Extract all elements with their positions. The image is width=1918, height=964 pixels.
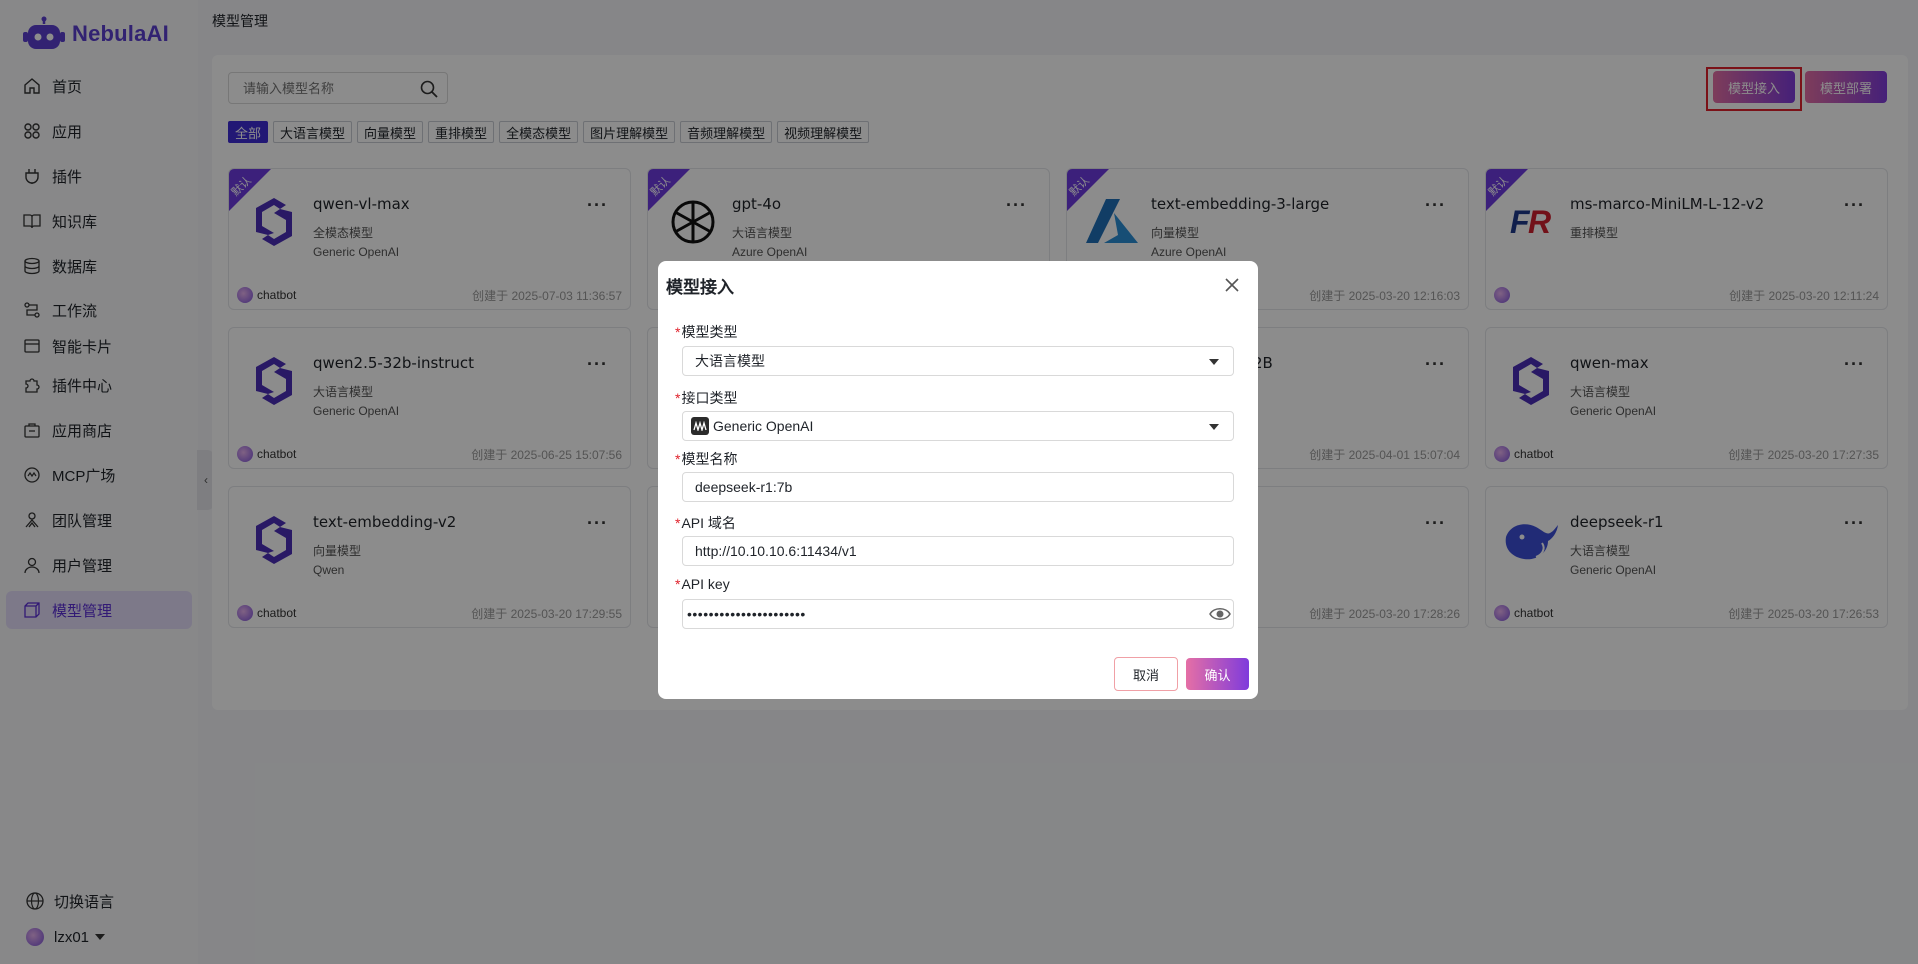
dialog-title: 模型接入 bbox=[666, 278, 734, 297]
api-domain-value: http://10.10.10.6:11434/v1 bbox=[695, 543, 857, 559]
api-key-label: *API key bbox=[675, 576, 730, 592]
model-type-label: *模型类型 bbox=[675, 324, 738, 340]
model-name-value: deepseek-r1:7b bbox=[695, 479, 793, 495]
api-type-value: Generic OpenAI bbox=[713, 418, 814, 434]
caret-down-icon bbox=[1209, 359, 1219, 365]
api-key-input[interactable]: •••••••••••••••••••••• bbox=[682, 599, 1234, 629]
generic-openai-icon bbox=[691, 417, 709, 435]
caret-down-icon bbox=[1209, 424, 1219, 430]
model-type-value: 大语言模型 bbox=[695, 353, 765, 369]
api-type-select[interactable]: Generic OpenAI bbox=[682, 411, 1234, 441]
close-icon[interactable] bbox=[1222, 275, 1242, 295]
api-type-label: *接口类型 bbox=[675, 390, 738, 406]
confirm-button[interactable]: 确认 bbox=[1186, 658, 1249, 690]
model-name-input[interactable]: deepseek-r1:7b bbox=[682, 472, 1234, 502]
api-domain-label: *API 域名 bbox=[675, 515, 736, 531]
eye-icon[interactable] bbox=[1209, 605, 1231, 626]
add-model-dialog: 模型接入 *模型类型 大语言模型 *接口类型 Generic OpenAI *模… bbox=[658, 261, 1258, 699]
api-key-value: •••••••••••••••••••••• bbox=[687, 606, 806, 622]
cancel-button[interactable]: 取消 bbox=[1114, 657, 1178, 691]
api-domain-input[interactable]: http://10.10.10.6:11434/v1 bbox=[682, 536, 1234, 566]
model-name-label: *模型名称 bbox=[675, 451, 738, 467]
model-type-select[interactable]: 大语言模型 bbox=[682, 346, 1234, 376]
